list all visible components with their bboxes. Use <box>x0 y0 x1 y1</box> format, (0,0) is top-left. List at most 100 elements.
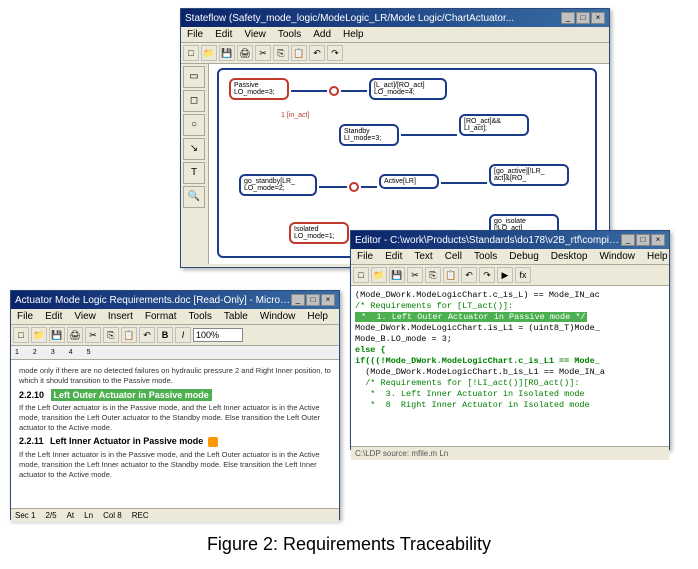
open-icon[interactable]: 📁 <box>31 327 47 343</box>
open-icon[interactable]: 📁 <box>201 45 217 61</box>
state-code: LO_mode=2; <box>244 185 312 192</box>
menu-format[interactable]: Format <box>143 311 179 322</box>
transition-arrow[interactable] <box>441 182 487 184</box>
state-go-active[interactable]: [go_active][!LR_ act]&[RO_ <box>489 164 569 186</box>
minimize-button[interactable]: _ <box>621 234 635 246</box>
function-icon[interactable]: fx <box>515 267 531 283</box>
undo-icon[interactable]: ↶ <box>139 327 155 343</box>
undo-icon[interactable]: ↶ <box>309 45 325 61</box>
paste-icon[interactable]: 📋 <box>291 45 307 61</box>
print-icon[interactable]: 🖨 <box>67 327 83 343</box>
transition-tool-icon[interactable]: ↘ <box>183 138 205 160</box>
menu-file[interactable]: File <box>355 251 375 262</box>
minimize-button[interactable]: _ <box>561 12 575 24</box>
cut-icon[interactable]: ✂ <box>407 267 423 283</box>
junction-tool-icon[interactable]: ○ <box>183 114 205 136</box>
new-icon[interactable]: □ <box>183 45 199 61</box>
text-tool-icon[interactable]: T <box>183 162 205 184</box>
state-tool-icon[interactable]: ◻ <box>183 90 205 112</box>
state-ro-act[interactable]: [RO_act]&& LI_act]; <box>459 114 529 136</box>
transition-arrow[interactable] <box>361 186 377 188</box>
save-icon[interactable]: 💾 <box>49 327 65 343</box>
paste-icon[interactable]: 📋 <box>443 267 459 283</box>
link-icon[interactable] <box>208 437 218 447</box>
transition-arrow[interactable] <box>401 134 457 136</box>
menu-insert[interactable]: Insert <box>106 311 135 322</box>
state-go-standby[interactable]: go_standby[LR_ LO_mode=2; <box>239 174 317 196</box>
menu-debug[interactable]: Debug <box>507 251 540 262</box>
copy-icon[interactable]: ⎘ <box>273 45 289 61</box>
menu-tools[interactable]: Tools <box>187 311 214 322</box>
menu-desktop[interactable]: Desktop <box>549 251 590 262</box>
maximize-button[interactable]: □ <box>636 234 650 246</box>
word-titlebar[interactable]: Actuator Mode Logic Requirements.doc [Re… <box>11 291 339 309</box>
state-standby[interactable]: Standby LI_mode=3; <box>339 124 399 146</box>
menu-help[interactable]: Help <box>305 311 330 322</box>
word-ruler[interactable]: 1 2 3 4 5 <box>11 346 339 360</box>
menu-text[interactable]: Text <box>412 251 434 262</box>
menu-help[interactable]: Help <box>341 29 366 40</box>
redo-icon[interactable]: ↷ <box>479 267 495 283</box>
junction-2[interactable] <box>349 182 359 192</box>
bold-icon[interactable]: B <box>157 327 173 343</box>
stateflow-titlebar[interactable]: Stateflow (Safety_mode_logic/ModeLogic_L… <box>181 9 609 27</box>
menu-window[interactable]: Window <box>597 251 637 262</box>
menu-window[interactable]: Window <box>258 311 298 322</box>
transition-arrow[interactable] <box>291 90 327 92</box>
close-button[interactable]: × <box>651 234 665 246</box>
transition-arrow[interactable] <box>341 90 367 92</box>
save-icon[interactable]: 💾 <box>389 267 405 283</box>
code-title: Editor - C:\work\Products\Standards\do17… <box>355 235 621 246</box>
state-l-act[interactable]: [L_act]/[RO_act] LO_mode=4; <box>369 78 447 100</box>
zoom-tool-icon[interactable]: 🔍 <box>183 186 205 208</box>
open-icon[interactable]: 📁 <box>371 267 387 283</box>
stateflow-menubar: File Edit View Tools Add Help <box>181 27 609 43</box>
status-page: 2/5 <box>45 511 56 520</box>
save-icon[interactable]: 💾 <box>219 45 235 61</box>
menu-file[interactable]: File <box>15 311 35 322</box>
menu-file[interactable]: File <box>185 29 205 40</box>
menu-view[interactable]: View <box>242 29 268 40</box>
menu-edit[interactable]: Edit <box>383 251 404 262</box>
run-icon[interactable]: ▶ <box>497 267 513 283</box>
junction-1[interactable] <box>329 86 339 96</box>
maximize-button[interactable]: □ <box>306 294 320 306</box>
code-titlebar[interactable]: Editor - C:\work\Products\Standards\do17… <box>351 231 669 249</box>
zoom-dropdown[interactable] <box>193 328 243 342</box>
ruler-mark: 3 <box>51 349 55 356</box>
new-icon[interactable]: □ <box>13 327 29 343</box>
menu-tools[interactable]: Tools <box>276 29 303 40</box>
menu-edit[interactable]: Edit <box>213 29 234 40</box>
close-button[interactable]: × <box>321 294 335 306</box>
menu-help[interactable]: Help <box>645 251 670 262</box>
word-document[interactable]: mode only if there are no detected failu… <box>11 360 339 508</box>
menu-add[interactable]: Add <box>311 29 333 40</box>
minimize-button[interactable]: _ <box>291 294 305 306</box>
new-icon[interactable]: □ <box>353 267 369 283</box>
italic-icon[interactable]: I <box>175 327 191 343</box>
menu-view[interactable]: View <box>72 311 98 322</box>
redo-icon[interactable]: ↷ <box>327 45 343 61</box>
state-active[interactable]: Active[LR] <box>379 174 439 189</box>
state-isolated[interactable]: Isolated LO_mode=1; <box>289 222 349 244</box>
copy-icon[interactable]: ⎘ <box>103 327 119 343</box>
paste-icon[interactable]: 📋 <box>121 327 137 343</box>
word-menubar: File Edit View Insert Format Tools Table… <box>11 309 339 325</box>
copy-icon[interactable]: ⎘ <box>425 267 441 283</box>
close-button[interactable]: × <box>591 12 605 24</box>
menu-table[interactable]: Table <box>222 311 250 322</box>
state-code: LO_mode=1; <box>294 233 344 240</box>
cut-icon[interactable]: ✂ <box>255 45 271 61</box>
menu-cell[interactable]: Cell <box>443 251 464 262</box>
state-label: Passive <box>234 82 284 89</box>
transition-arrow[interactable] <box>319 186 347 188</box>
state-passive[interactable]: Passive LO_mode=3; <box>229 78 289 100</box>
pointer-tool-icon[interactable]: ▭ <box>183 66 205 88</box>
print-icon[interactable]: 🖨 <box>237 45 253 61</box>
menu-tools[interactable]: Tools <box>472 251 499 262</box>
code-area[interactable]: (Mode_DWork.ModeLogicChart.c_is_L) == Mo… <box>351 286 669 446</box>
maximize-button[interactable]: □ <box>576 12 590 24</box>
cut-icon[interactable]: ✂ <box>85 327 101 343</box>
undo-icon[interactable]: ↶ <box>461 267 477 283</box>
menu-edit[interactable]: Edit <box>43 311 64 322</box>
